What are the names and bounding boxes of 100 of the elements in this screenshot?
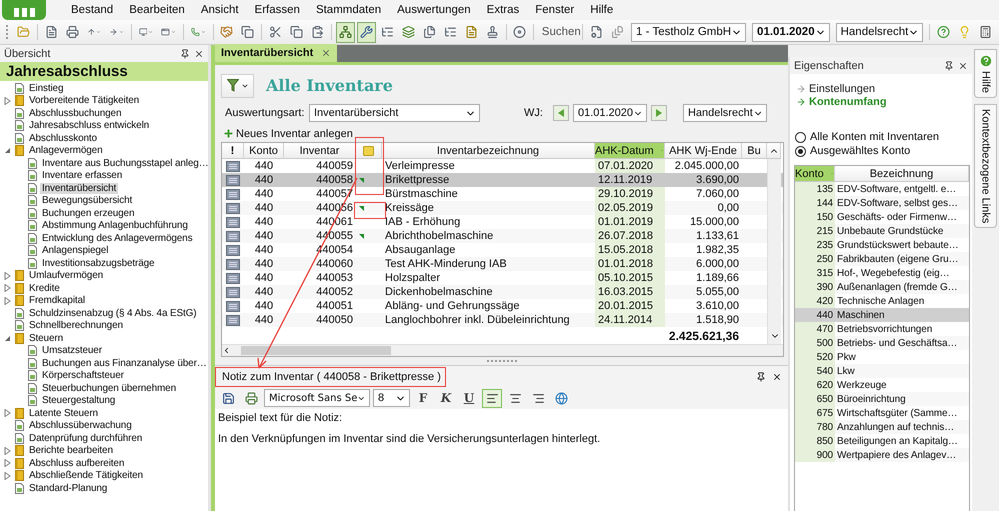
column-header[interactable]: AHK Wj-Ende [665,143,742,159]
tree-item[interactable]: Fremdkapital [27,295,87,306]
table-row[interactable]: 780 Anzahlungen auf technis… [795,420,969,434]
font-dropdown[interactable]: Microsoft Sans Se [264,389,370,407]
tree-item[interactable]: Buchungen erzeugen [40,208,136,219]
filter-button[interactable] [221,74,254,98]
law-dropdown[interactable]: Handelsrecht [836,22,924,42]
column-header[interactable]: Bu [742,143,767,159]
tree-item[interactable]: Abschlussüberwachung [27,420,134,432]
collapsed-triangle-icon[interactable] [4,409,11,418]
tree-item[interactable]: Inventare aus Buchungsstapel anleg… [40,158,211,169]
tree-item[interactable]: Umlaufvermögen [27,270,106,282]
menu-item[interactable]: Fenster [527,4,582,16]
tree-item[interactable]: Buchungen aus Finanzanalyse über… [40,358,209,369]
law-dropdown[interactable]: Handelsrecht [682,104,767,122]
tree-item[interactable]: Steuergestaltung [40,395,118,406]
tree-item[interactable]: Standard-Planung [27,482,110,494]
report-type-dropdown[interactable]: Inventarübersicht [309,104,480,122]
next-button[interactable] [650,105,667,121]
column-header[interactable]: Inventar [284,143,356,159]
column-header[interactable]: Konto [795,166,835,182]
table-row[interactable]: 250 Fabrikbauten (eigene Gru… [795,252,969,266]
collapsed-triangle-icon[interactable] [4,284,11,292]
tree-item[interactable]: Inventare erfassen [40,170,124,182]
side-tab[interactable]: Hilfe [974,49,997,98]
format-button[interactable]: U [459,388,479,408]
new-inventory-link[interactable]: Neues Inventar anlegen [236,128,353,140]
close-icon[interactable] [958,60,968,70]
previous-button[interactable] [552,105,569,121]
company-dropdown[interactable]: 1 - Testholz GmbH [631,22,746,42]
radio-button[interactable] [795,146,806,156]
collapsed-triangle-icon[interactable] [4,272,11,280]
tree-item[interactable]: Investitionsabzugsbeträge [40,258,156,269]
tree-item[interactable]: Steuern [27,332,65,344]
table-row[interactable]: 390 Außenanlagen (fremde G… [795,280,969,294]
column-header[interactable]: Bezeichnung [835,166,969,182]
tree-item[interactable]: Abstimmung Anlagenbuchführung [40,220,190,232]
table-row[interactable]: 650 Büroeinrichtung [795,392,969,406]
scroll-left-icon[interactable] [222,346,231,355]
menu-item[interactable]: Bearbeiten [121,4,193,16]
tree-item[interactable]: Steuerbuchungen übernehmen [40,382,178,394]
column-header[interactable] [356,143,382,159]
menu-item[interactable]: Auswertungen [389,4,479,16]
column-header[interactable]: ! [222,143,244,159]
collapsed-triangle-icon[interactable] [4,96,11,105]
radio-button[interactable] [795,132,806,142]
menu-item[interactable]: Bestand [63,4,122,16]
table-row[interactable]: 440 Maschinen [795,308,969,322]
column-header[interactable]: Konto [244,143,284,159]
table-row[interactable]: 144 EDV-Software, selbst ges… [795,196,969,210]
tree-item[interactable]: Abschließende Tätigkeiten [27,470,145,482]
table-row[interactable]: 440 440052 Dickenhobelmaschine 16.03.2015 5.055,00 [222,285,783,299]
collapsed-triangle-icon[interactable] [4,472,11,480]
menu-item[interactable]: Extras [478,4,528,16]
tree-item[interactable]: Abschlusskonto [27,132,99,144]
fiscal-year-dropdown[interactable]: 01.01.2020 [572,104,647,122]
menu-item[interactable]: Ansicht [192,4,247,16]
settings-link[interactable]: Kontenumfang [809,96,887,108]
table-row[interactable]: 440 440060 Test AHK-Minderung IAB 01.01.2018 6.000,00 [222,257,783,271]
collapsed-triangle-icon[interactable] [4,459,11,468]
tree-item[interactable]: Abschlussbuchungen [27,108,124,119]
tree-item[interactable]: Inventarübersicht [40,182,118,194]
tree-item[interactable]: Anlagenspiegel [40,245,110,256]
expanded-triangle-icon[interactable] [4,334,11,342]
tree-item[interactable]: Vorbereitende Tätigkeiten [27,95,142,106]
tree-item[interactable]: Jahresabschluss entwickeln [27,120,152,132]
tree-item[interactable]: Körperschaftsteuer [40,370,126,382]
table-row[interactable]: 500 Betriebs- und Geschäftsa… [795,336,969,350]
tree-item[interactable]: Datenprüfung durchführen [27,432,144,444]
tree-item[interactable]: Entwicklung des Anlagevermögens [40,232,194,244]
tree-item[interactable]: Berichte bearbeiten [27,445,115,456]
menu-item[interactable]: Erfassen [246,4,308,16]
tree-icon[interactable] [336,22,355,42]
date-dropdown[interactable]: 01.01.2020 [752,22,830,42]
close-icon[interactable] [194,48,204,58]
collapsed-triangle-icon[interactable] [4,296,11,305]
tree-item[interactable]: Schuldzinsenabzug (§ 4 Abs. 4a EStG) [27,308,198,319]
table-row[interactable]: 440 440058 Brikettpresse 12.11.2019 3.690,00 [222,173,783,187]
close-icon[interactable] [772,372,782,382]
menu-item[interactable]: Hilfe [582,4,622,16]
settings-link[interactable]: Einstellungen [809,82,876,94]
pin-icon[interactable] [756,372,766,382]
side-tab[interactable]: Kontextbezogene Links [974,104,997,228]
format-button[interactable]: K [436,388,456,408]
horizontal-scrollbar[interactable] [222,344,783,356]
search-button[interactable]: Suchen [538,22,578,42]
table-row[interactable]: 440 440050 Langlochbohrer inkl. Dübeleinrichtung 24.11.2014 1.518,90 [222,313,783,327]
table-row[interactable]: 900 Wertpapiere des Anlagev… [795,448,969,462]
pin-icon[interactable] [944,60,954,70]
pin-icon[interactable] [180,48,190,58]
tree-item[interactable]: Schnellberechnungen [27,320,125,332]
tree-item[interactable]: Einstieg [27,82,66,94]
tree-item[interactable]: Abschluss aufbereiten [27,458,126,469]
tree-item[interactable]: Latente Steuern [27,408,100,419]
format-button[interactable]: F [413,388,433,408]
menu-item[interactable]: Stammdaten [308,4,390,16]
column-header[interactable]: Inventarbezeichnung [382,143,595,159]
font-size-dropdown[interactable]: 8 [373,389,410,407]
column-header[interactable]: AHK-Datum [595,143,665,159]
table-row[interactable]: 540 Lkw [795,364,969,378]
